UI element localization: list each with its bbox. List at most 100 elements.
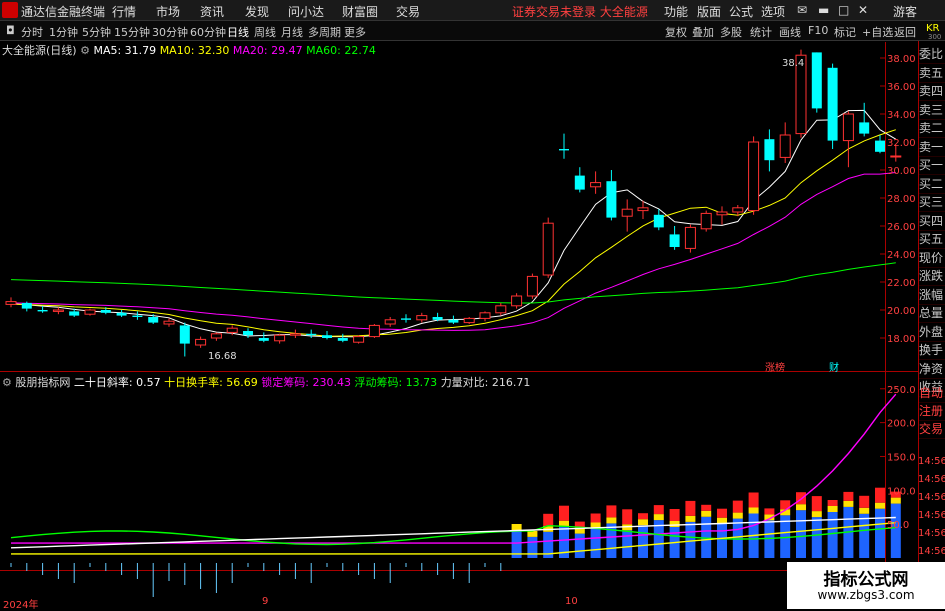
chip-block-blue <box>796 510 806 558</box>
menu-item-zixun[interactable]: 资讯 <box>200 3 224 20</box>
indicator-turnover: 十日换手率: 56.69 <box>164 376 258 389</box>
candle-body <box>37 310 48 312</box>
close-icon[interactable]: ✕ <box>858 3 868 17</box>
toolbar-fuquan-button[interactable]: 复权 <box>665 24 687 40</box>
toolbar-duogu-button[interactable]: 多股 <box>720 24 742 40</box>
app-title: 通达信金融终端 <box>21 5 106 19</box>
candle-body <box>21 303 32 309</box>
menu-item-shichang[interactable]: 市场 <box>156 3 180 20</box>
chip-block-yellow <box>511 524 522 530</box>
chip-block-yellow <box>653 514 664 521</box>
stock-title: 大全能源(日线) <box>2 44 77 57</box>
menu-item-gongshi[interactable]: 公式 <box>729 3 753 20</box>
chip-block-yellow <box>606 517 617 524</box>
candle-body <box>337 338 348 341</box>
toolbar-f10-button[interactable]: F10 <box>808 24 828 37</box>
price-tick-label: 28.00 <box>887 194 916 205</box>
menu-item-wenxiaoda[interactable]: 问小达 <box>288 3 324 20</box>
minimize-icon[interactable]: ▬ <box>818 3 829 17</box>
period-tab-fenshi[interactable]: 分时 <box>21 24 43 40</box>
zhangting-tag[interactable]: 涨榜 <box>765 359 785 374</box>
period-tab[interactable]: ◘ <box>6 24 15 37</box>
quote-field-label: 买二 <box>919 175 945 194</box>
period-tab-more[interactable]: 更多 <box>344 24 366 40</box>
chip-block-red <box>622 509 633 525</box>
candle-body <box>511 295 523 307</box>
chip-block-red <box>827 500 838 506</box>
candle-body <box>890 155 902 158</box>
candle-body <box>495 305 507 314</box>
trade-panel-label[interactable]: 交易 <box>919 420 945 439</box>
period-tab-1min[interactable]: 1分钟 <box>49 24 78 40</box>
indicator-info-line: ⚙ 股朋指标网 二十日斜率: 0.57 十日换手率: 56.69 锁定筹码: 2… <box>2 374 530 390</box>
high-annotation: 38.4 <box>782 58 805 69</box>
login-notice[interactable]: 证券交易未登录 大全能源 <box>512 3 648 20</box>
chip-block-yellow <box>638 519 648 526</box>
candle-body <box>368 324 380 338</box>
toolbar-diejia-button[interactable]: 叠加 <box>692 24 714 40</box>
chip-block-yellow <box>748 507 759 514</box>
menu-item-gongneng[interactable]: 功能 <box>664 3 688 20</box>
period-tab-60min[interactable]: 60分钟 <box>190 24 226 40</box>
candle-body <box>479 312 491 319</box>
quote-field-label: 买一 <box>919 156 945 175</box>
chip-block-blue <box>875 508 885 558</box>
candle-body <box>669 234 680 247</box>
chip-block-red <box>701 504 712 511</box>
toolbar-huaxian-button[interactable]: 画线 <box>779 24 801 40</box>
maximize-icon[interactable]: □ <box>838 3 849 17</box>
quote-field-label: 买四 <box>919 212 945 231</box>
candle-body <box>859 122 870 134</box>
menu-item-faxian[interactable]: 发现 <box>245 3 269 20</box>
indicator-force: 力量对比: 216.71 <box>440 376 531 389</box>
indicator-tick-label: 50.0 <box>887 520 909 531</box>
menu-item-hangqing[interactable]: 行情 <box>112 3 136 20</box>
menu-item-xuanxiang[interactable]: 选项 <box>761 3 785 20</box>
chip-block-red <box>717 508 727 518</box>
quote-field-label: 卖三 <box>919 101 945 120</box>
menu-item-caifuquan[interactable]: 财富圈 <box>342 3 378 20</box>
period-tab-5min[interactable]: 5分钟 <box>82 24 111 40</box>
toolbar-fanhui-button[interactable]: 返回 <box>894 24 916 40</box>
price-tick-label: 18.00 <box>887 334 916 345</box>
quote-field-label: 委比 <box>919 45 945 64</box>
candle-body <box>5 301 17 305</box>
candle-body <box>195 338 207 346</box>
period-tab-weekly[interactable]: 周线 <box>254 24 276 40</box>
toolbar-tongji-button[interactable]: 统计 <box>750 24 772 40</box>
quote-field-label: 涨跌 <box>919 267 945 286</box>
chip-block-blue <box>606 523 617 558</box>
period-tab-multi[interactable]: 多周期 <box>308 24 341 40</box>
chip-block-yellow <box>685 515 696 522</box>
toolbar-biaoji-button[interactable]: 标记 <box>834 24 856 40</box>
ma5-value: MA5: 31.79 <box>93 44 157 57</box>
trade-panel-label[interactable]: 自动 <box>919 384 945 403</box>
menu-item-jiaoyi[interactable]: 交易 <box>396 3 420 20</box>
chip-block-blue <box>685 521 696 558</box>
kline-chart[interactable]: 18.00 20.00 22.00 24.00 26.00 28.00 30.00 32.00… <box>0 41 945 609</box>
time-label: 14:56 <box>918 546 945 557</box>
chip-block-yellow <box>669 521 680 527</box>
toolbar-zixuan-button[interactable]: +自选 <box>862 24 893 40</box>
candle-body <box>148 317 159 323</box>
x-label-oct: 10 <box>565 596 578 607</box>
period-tab-15min[interactable]: 15分钟 <box>114 24 150 40</box>
mail-icon[interactable]: ✉ <box>797 3 807 17</box>
candle-body <box>811 52 822 109</box>
price-tick-label: 38.00 <box>887 54 916 65</box>
period-tab-monthly[interactable]: 月线 <box>281 24 303 40</box>
period-tab-30min[interactable]: 30分钟 <box>152 24 188 40</box>
chip-block-blue <box>717 523 727 558</box>
candle-body <box>637 207 649 212</box>
finance-tag[interactable]: 财 <box>829 359 839 374</box>
quote-field-label: 总量 <box>919 304 945 323</box>
settings-icon[interactable]: ⚙ <box>80 44 90 57</box>
guest-user[interactable]: 游客 <box>893 3 917 20</box>
quote-field-label: 外盘 <box>919 323 945 342</box>
ma10-value: MA10: 32.30 <box>159 44 230 57</box>
period-tab-daily[interactable]: 日线 <box>227 24 249 40</box>
settings-icon[interactable]: ⚙ <box>2 376 12 389</box>
trade-panel-label[interactable]: 注册 <box>919 402 945 421</box>
menu-item-banmian[interactable]: 版面 <box>697 3 721 20</box>
candle-body <box>559 149 569 151</box>
